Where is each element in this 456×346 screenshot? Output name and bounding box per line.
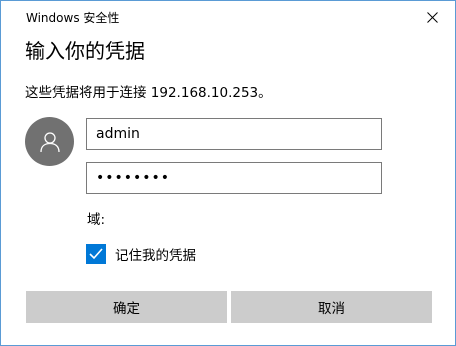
checkmark-icon [89, 248, 103, 260]
ok-button[interactable]: 确定 [26, 291, 227, 323]
dialog-heading: 输入你的凭据 [25, 39, 145, 63]
remember-credentials-option[interactable]: 记住我的凭据 [86, 244, 196, 264]
domain-label: 域: [87, 212, 106, 228]
username-field[interactable] [86, 118, 382, 150]
user-icon [39, 131, 60, 152]
remember-label: 记住我的凭据 [115, 248, 196, 264]
remember-checkbox[interactable] [86, 244, 106, 264]
close-button[interactable] [417, 4, 447, 30]
close-icon [426, 11, 438, 23]
cancel-button[interactable]: 取消 [231, 291, 432, 323]
credential-dialog: Windows 安全性 输入你的凭据 这些凭据将用于连接 192.168.10.… [0, 0, 456, 346]
avatar [25, 117, 74, 166]
password-field[interactable] [86, 162, 382, 194]
password-input[interactable] [96, 163, 381, 193]
dialog-description: 这些凭据将用于连接 192.168.10.253。 [25, 85, 272, 101]
username-input[interactable] [96, 119, 381, 149]
window-title: Windows 安全性 [26, 11, 120, 25]
